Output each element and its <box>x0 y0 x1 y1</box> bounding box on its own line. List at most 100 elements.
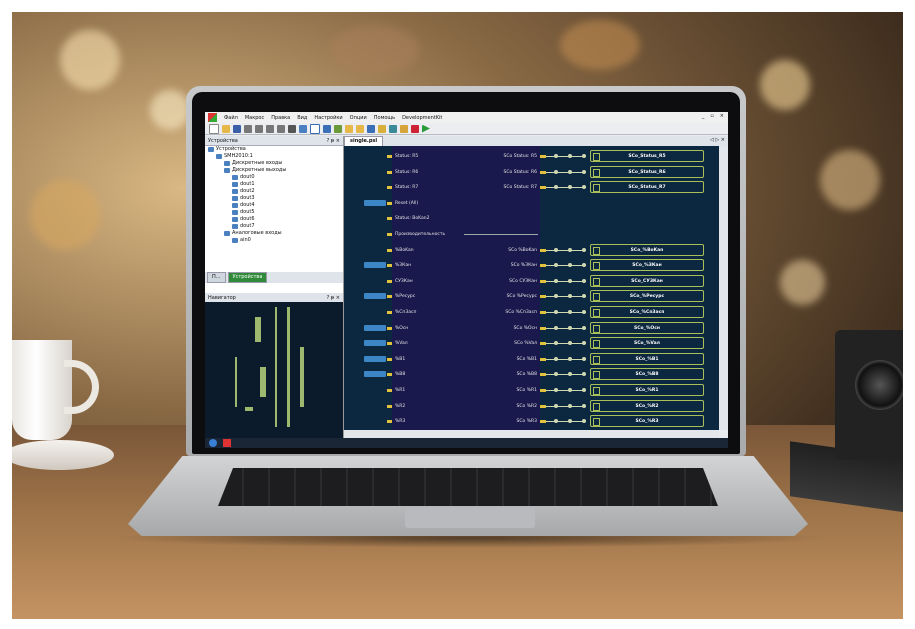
tree-item[interactable]: ain0 <box>208 237 343 244</box>
wire-node[interactable] <box>554 294 558 299</box>
taskbar-app-icon[interactable] <box>223 439 231 447</box>
output-block[interactable]: SCo_%Сп3асп <box>590 306 704 318</box>
input-tag[interactable] <box>364 355 386 362</box>
input-pin[interactable] <box>387 404 392 408</box>
tree-item[interactable]: Аналоговые входы <box>208 230 343 237</box>
tree-item[interactable]: Дискретные входы <box>208 160 343 167</box>
document-tab-controls[interactable]: ◁ ▷ × <box>710 137 725 143</box>
menu-item-edit[interactable]: Правка <box>271 115 290 121</box>
output-block[interactable]: SCo_Status_R7 <box>590 181 704 194</box>
tree-item[interactable]: Дискретные выходы <box>208 167 343 174</box>
output-block[interactable]: SCo_%BoKan <box>590 243 704 256</box>
wire-node[interactable] <box>568 341 572 346</box>
input-pin[interactable] <box>387 389 392 392</box>
wire-node[interactable] <box>554 403 558 408</box>
tree-item[interactable]: Устройства <box>208 146 343 153</box>
horizontal-scrollbar[interactable] <box>344 430 719 438</box>
wire-node[interactable] <box>554 154 558 158</box>
navigator-minimap[interactable] <box>215 307 325 432</box>
input-pin[interactable] <box>387 170 392 174</box>
wire-node[interactable] <box>582 372 586 377</box>
output-block[interactable]: SCo_%ЗКан <box>590 259 704 272</box>
tree-item[interactable]: dout2 <box>208 188 343 195</box>
wire-node[interactable] <box>554 388 558 392</box>
connection-wire[interactable] <box>546 171 586 173</box>
wire-node[interactable] <box>582 325 586 330</box>
debug-tool-icon[interactable] <box>400 124 408 133</box>
input-pin[interactable] <box>387 279 392 283</box>
connection-wire[interactable] <box>546 327 586 329</box>
start-icon[interactable] <box>209 439 217 447</box>
input-pin[interactable] <box>387 155 392 158</box>
menu-item-macro[interactable]: Макрос <box>245 115 264 121</box>
align-right-icon[interactable] <box>255 124 263 133</box>
wire-node[interactable] <box>568 310 572 314</box>
tab-devices[interactable]: Устройства <box>227 272 268 283</box>
close-button[interactable]: × <box>720 113 724 119</box>
minimize-button[interactable]: _ <box>702 113 705 119</box>
wire-node[interactable] <box>582 154 586 158</box>
input-pin[interactable] <box>387 420 392 424</box>
input-tag[interactable] <box>364 262 386 269</box>
input-pin[interactable] <box>387 295 392 299</box>
input-tag[interactable] <box>364 199 386 206</box>
input-pin[interactable] <box>387 264 392 268</box>
tree-item[interactable]: dout1 <box>208 181 343 188</box>
wire-node[interactable] <box>568 388 572 392</box>
connection-wire[interactable] <box>546 187 586 189</box>
run-icon[interactable] <box>422 124 430 133</box>
connection-wire[interactable] <box>546 405 586 407</box>
wire-node[interactable] <box>554 278 558 283</box>
wire-node[interactable] <box>568 356 572 361</box>
output-block[interactable]: SCo_%Ресурс <box>590 290 704 303</box>
devices-panel-controls[interactable]: ? ᵽ × <box>327 138 340 144</box>
connection-wire[interactable] <box>546 249 586 251</box>
text-tool-icon[interactable] <box>310 123 320 134</box>
input-pin[interactable] <box>387 248 392 252</box>
connection-wire[interactable] <box>546 421 586 423</box>
input-pin[interactable] <box>387 373 392 377</box>
wire-node[interactable] <box>554 325 558 330</box>
wire-node[interactable] <box>582 185 586 190</box>
connection-wire[interactable] <box>546 343 586 345</box>
input-pin[interactable] <box>387 217 392 221</box>
menu-item-view[interactable]: Вид <box>297 115 307 121</box>
input-tag[interactable] <box>364 324 386 331</box>
wand-tool-icon[interactable] <box>378 124 386 133</box>
wire-node[interactable] <box>554 247 558 252</box>
save-icon[interactable] <box>233 124 241 133</box>
output-block[interactable]: SCo_%B8 <box>590 368 704 381</box>
new-file-icon[interactable] <box>209 123 219 134</box>
wire-node[interactable] <box>582 278 586 283</box>
wire-node[interactable] <box>568 247 572 252</box>
wire-node[interactable] <box>568 263 572 268</box>
output-block[interactable]: SCo_%B1 <box>590 352 704 365</box>
input-pin[interactable] <box>387 233 392 236</box>
wire-node[interactable] <box>568 372 572 377</box>
output-block[interactable]: SCo_Status_R6 <box>590 165 704 178</box>
wire-node[interactable] <box>554 310 558 314</box>
input-pin[interactable] <box>387 186 392 190</box>
input-tag[interactable] <box>364 371 386 378</box>
input-pin[interactable] <box>387 357 392 361</box>
menu-item-devkit[interactable]: DevelopmentKit <box>402 115 442 121</box>
wire-node[interactable] <box>554 169 558 174</box>
monitor-tool-icon[interactable] <box>389 124 397 133</box>
tree-item[interactable]: dout5 <box>208 209 343 216</box>
folder-tool-icon[interactable] <box>345 124 353 133</box>
input-pin[interactable] <box>387 342 392 346</box>
wire-node[interactable] <box>568 278 572 283</box>
output-block[interactable]: SCo_%R2 <box>590 399 704 412</box>
align-left-icon[interactable] <box>244 124 252 133</box>
print-icon[interactable] <box>288 124 296 133</box>
wire-node[interactable] <box>568 294 572 299</box>
menu-item-options[interactable]: Опции <box>350 115 367 121</box>
tab-single-psl[interactable]: single.psl <box>344 136 384 146</box>
wire-node[interactable] <box>554 263 558 268</box>
output-block[interactable]: SCo_CУЗКан <box>590 274 704 287</box>
tree-item[interactable]: dout0 <box>208 174 343 181</box>
connection-wire[interactable] <box>546 265 586 267</box>
folder2-tool-icon[interactable] <box>356 124 364 133</box>
wire-node[interactable] <box>582 388 586 392</box>
wire-node[interactable] <box>568 169 572 174</box>
